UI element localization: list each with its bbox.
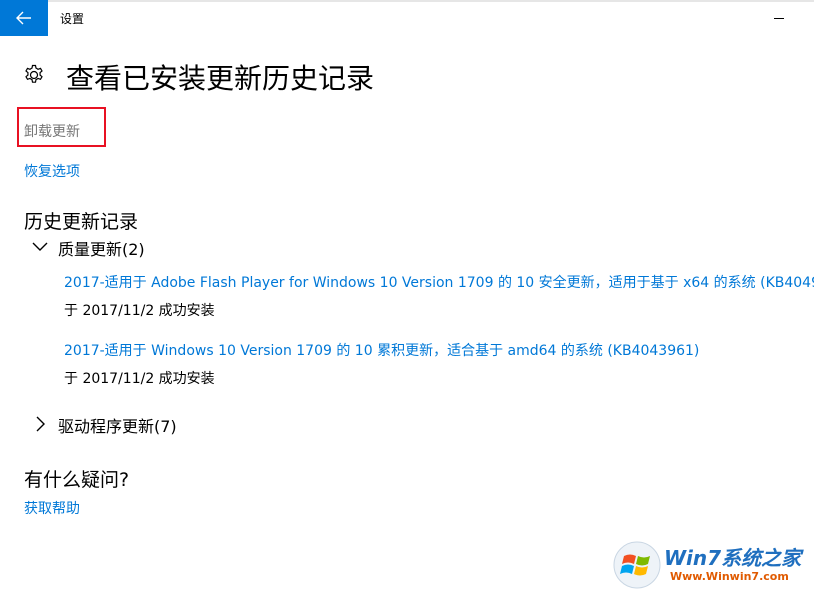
group-driver-updates[interactable]: 驱动程序更新(7) [58, 413, 177, 437]
arrow-left-icon [16, 11, 31, 25]
chevron-down-icon[interactable] [30, 237, 50, 257]
settings-window: 设置 查看已安装更新历史记录 卸载更新 恢复选项 历史更新记录 质量更新(2) … [0, 0, 814, 593]
chevron-right-icon[interactable] [30, 414, 50, 434]
get-help-link[interactable]: 获取帮助 [24, 498, 80, 518]
title-bar-top-border [0, 0, 814, 2]
uninstall-updates-link[interactable]: 卸载更新 [24, 121, 80, 141]
group-quality-updates[interactable]: 质量更新(2) [58, 236, 145, 260]
watermark: Win7系统之家 Www.Winwin7.com [612, 540, 812, 590]
back-button[interactable] [0, 0, 48, 36]
recovery-options-link[interactable]: 恢复选项 [24, 161, 80, 181]
history-heading: 历史更新记录 [24, 211, 139, 233]
update-item-status: 于 2017/11/2 成功安装 [64, 371, 215, 387]
window-title: 设置 [60, 12, 85, 26]
title-bar: 设置 [0, 0, 814, 36]
update-item-title[interactable]: 2017-适用于 Windows 10 Version 1709 的 10 累积… [64, 340, 699, 360]
page-title: 查看已安装更新历史记录 [66, 62, 375, 95]
update-item-status: 于 2017/11/2 成功安装 [64, 303, 215, 319]
question-heading: 有什么疑问? [24, 469, 130, 491]
watermark-brand: Win7系统之家 [664, 546, 802, 570]
update-item-title[interactable]: 2017-适用于 Adobe Flash Player for Windows … [64, 272, 814, 292]
gear-icon [25, 64, 43, 83]
windows-logo-icon [613, 541, 661, 589]
minimize-button[interactable] [768, 8, 792, 28]
watermark-url: Www.Winwin7.com [670, 570, 789, 583]
